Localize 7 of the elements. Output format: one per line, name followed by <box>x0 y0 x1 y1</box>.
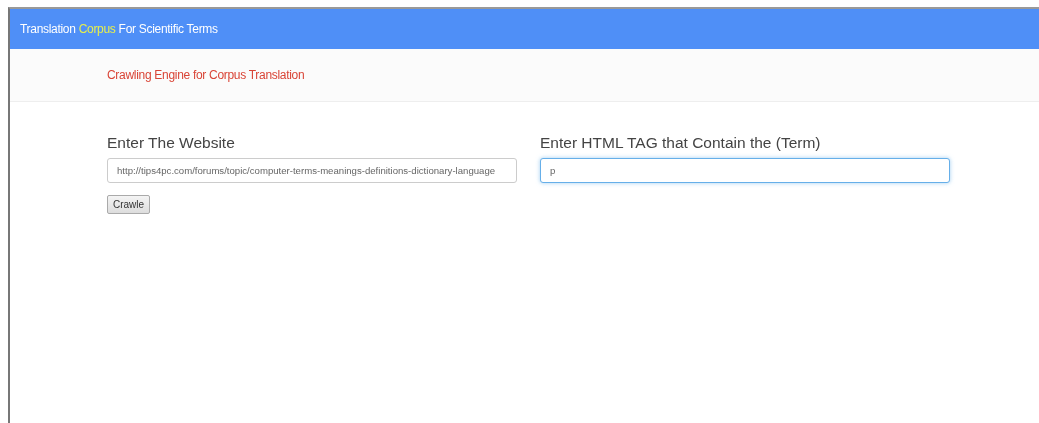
field-label: Enter The Website <box>107 134 236 152</box>
field-label: Enter HTML TAG that Contain the (Term) <box>540 134 822 152</box>
text-field[interactable]: http://tips4pc.com/forums/topic/computer-terms-meanings-definitions-dictionary-language <box>107 158 517 183</box>
text-field[interactable]: p <box>540 158 950 183</box>
page-subtitle: Crawling Engine for Corpus Translation <box>107 68 305 82</box>
app-title: Translation Corpus For Scientific Terms <box>20 22 218 36</box>
crawl-button[interactable]: Crawle <box>107 195 151 214</box>
